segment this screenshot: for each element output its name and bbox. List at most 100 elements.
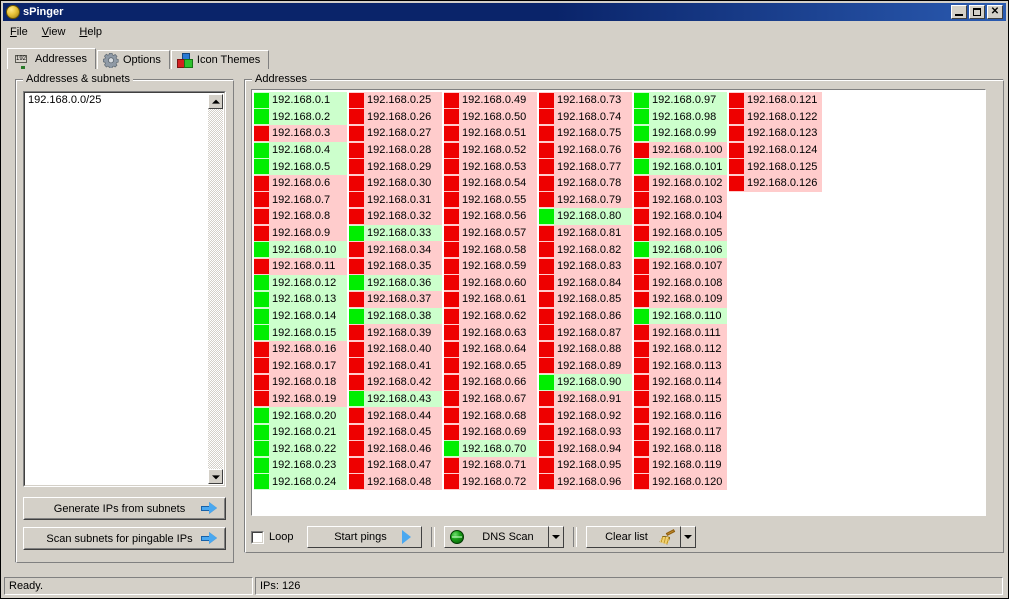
- address-row[interactable]: 192.168.0.76: [539, 141, 632, 159]
- address-row[interactable]: 192.168.0.30: [349, 174, 442, 192]
- address-row[interactable]: 192.168.0.1: [254, 92, 347, 109]
- address-row[interactable]: 192.168.0.52: [444, 141, 537, 159]
- address-row[interactable]: 192.168.0.33: [349, 224, 442, 242]
- address-row[interactable]: 192.168.0.74: [539, 108, 632, 126]
- address-row[interactable]: 192.168.0.67: [444, 390, 537, 408]
- address-row[interactable]: 192.168.0.13: [254, 291, 347, 308]
- address-row[interactable]: 192.168.0.2: [254, 108, 347, 126]
- address-row[interactable]: 192.168.0.37: [349, 291, 442, 308]
- address-row[interactable]: 192.168.0.70: [444, 440, 537, 458]
- address-row[interactable]: 192.168.0.86: [539, 307, 632, 325]
- scroll-down-arrow-icon[interactable]: [208, 469, 223, 484]
- loop-checkbox[interactable]: [251, 530, 264, 544]
- address-row[interactable]: 192.168.0.55: [444, 191, 537, 209]
- start-pings-button[interactable]: Start pings: [307, 526, 423, 548]
- address-row[interactable]: 192.168.0.4: [254, 141, 347, 159]
- address-row[interactable]: 192.168.0.17: [254, 357, 347, 375]
- address-row[interactable]: 192.168.0.58: [444, 241, 537, 258]
- address-row[interactable]: 192.168.0.109: [634, 291, 727, 308]
- menu-item-file[interactable]: File: [3, 24, 35, 40]
- address-row[interactable]: 192.168.0.11: [254, 257, 347, 275]
- address-row[interactable]: 192.168.0.105: [634, 224, 727, 242]
- address-row[interactable]: 192.168.0.50: [444, 108, 537, 126]
- address-row[interactable]: 192.168.0.46: [349, 440, 442, 458]
- address-row[interactable]: 192.168.0.98: [634, 108, 727, 126]
- address-row[interactable]: 192.168.0.69: [444, 423, 537, 441]
- dns-scan-dropdown-button[interactable]: [548, 526, 565, 548]
- address-row[interactable]: 192.168.0.6: [254, 174, 347, 192]
- address-row[interactable]: 192.168.0.93: [539, 423, 632, 441]
- address-row[interactable]: 192.168.0.53: [444, 158, 537, 175]
- menu-item-help[interactable]: Help: [72, 24, 109, 40]
- address-row[interactable]: 192.168.0.81: [539, 224, 632, 242]
- address-row[interactable]: 192.168.0.26: [349, 108, 442, 126]
- address-row[interactable]: 192.168.0.87: [539, 324, 632, 341]
- close-button[interactable]: ✕: [987, 5, 1003, 19]
- tab-addresses[interactable]: 192 Addresses: [7, 48, 96, 69]
- address-row[interactable]: 192.168.0.85: [539, 291, 632, 308]
- address-row[interactable]: 192.168.0.123: [729, 125, 822, 142]
- address-row[interactable]: 192.168.0.73: [539, 92, 632, 109]
- tab-icon-themes[interactable]: Icon Themes: [170, 50, 270, 69]
- address-row[interactable]: 192.168.0.20: [254, 407, 347, 424]
- address-row[interactable]: 192.168.0.65: [444, 357, 537, 375]
- address-row[interactable]: 192.168.0.115: [634, 390, 727, 408]
- address-row[interactable]: 192.168.0.39: [349, 324, 442, 341]
- address-row[interactable]: 192.168.0.106: [634, 241, 727, 258]
- address-row[interactable]: 192.168.0.66: [444, 374, 537, 391]
- address-row[interactable]: 192.168.0.102: [634, 174, 727, 192]
- address-row[interactable]: 192.168.0.107: [634, 257, 727, 275]
- address-row[interactable]: 192.168.0.43: [349, 390, 442, 408]
- address-row[interactable]: 192.168.0.90: [539, 374, 632, 391]
- address-row[interactable]: 192.168.0.108: [634, 274, 727, 292]
- generate-ips-button[interactable]: Generate IPs from subnets: [23, 497, 226, 520]
- address-row[interactable]: 192.168.0.32: [349, 208, 442, 225]
- address-row[interactable]: 192.168.0.38: [349, 307, 442, 325]
- address-row[interactable]: 192.168.0.78: [539, 174, 632, 192]
- address-row[interactable]: 192.168.0.122: [729, 108, 822, 126]
- address-row[interactable]: 192.168.0.99: [634, 125, 727, 142]
- address-row[interactable]: 192.168.0.56: [444, 208, 537, 225]
- address-row[interactable]: 192.168.0.95: [539, 457, 632, 474]
- address-row[interactable]: 192.168.0.100: [634, 141, 727, 159]
- address-row[interactable]: 192.168.0.35: [349, 257, 442, 275]
- address-row[interactable]: 192.168.0.116: [634, 407, 727, 424]
- address-row[interactable]: 192.168.0.16: [254, 340, 347, 358]
- address-row[interactable]: 192.168.0.110: [634, 307, 727, 325]
- address-row[interactable]: 192.168.0.83: [539, 257, 632, 275]
- address-row[interactable]: 192.168.0.77: [539, 158, 632, 175]
- address-row[interactable]: 192.168.0.125: [729, 158, 822, 175]
- address-row[interactable]: 192.168.0.8: [254, 208, 347, 225]
- address-row[interactable]: 192.168.0.40: [349, 340, 442, 358]
- address-row[interactable]: 192.168.0.7: [254, 191, 347, 209]
- address-row[interactable]: 192.168.0.82: [539, 241, 632, 258]
- address-row[interactable]: 192.168.0.60: [444, 274, 537, 292]
- address-row[interactable]: 192.168.0.114: [634, 374, 727, 391]
- address-row[interactable]: 192.168.0.68: [444, 407, 537, 424]
- address-row[interactable]: 192.168.0.88: [539, 340, 632, 358]
- address-row[interactable]: 192.168.0.126: [729, 174, 822, 192]
- address-row[interactable]: 192.168.0.29: [349, 158, 442, 175]
- address-row[interactable]: 192.168.0.36: [349, 274, 442, 292]
- address-row[interactable]: 192.168.0.44: [349, 407, 442, 424]
- address-row[interactable]: 192.168.0.121: [729, 92, 822, 109]
- minimize-button[interactable]: [951, 5, 967, 19]
- address-row[interactable]: 192.168.0.101: [634, 158, 727, 175]
- address-row[interactable]: 192.168.0.96: [539, 473, 632, 491]
- address-row[interactable]: 192.168.0.34: [349, 241, 442, 258]
- address-row[interactable]: 192.168.0.48: [349, 473, 442, 491]
- scroll-up-arrow-icon[interactable]: [208, 94, 223, 109]
- address-row[interactable]: 192.168.0.97: [634, 92, 727, 109]
- address-row[interactable]: 192.168.0.15: [254, 324, 347, 341]
- address-row[interactable]: 192.168.0.9: [254, 224, 347, 242]
- loop-checkbox-wrapper[interactable]: Loop: [251, 530, 293, 544]
- dns-scan-button[interactable]: DNS Scan: [444, 526, 550, 548]
- address-row[interactable]: 192.168.0.62: [444, 307, 537, 325]
- address-row[interactable]: 192.168.0.49: [444, 92, 537, 109]
- address-row[interactable]: 192.168.0.104: [634, 208, 727, 225]
- clear-list-button[interactable]: Clear list: [586, 526, 682, 548]
- address-row[interactable]: 192.168.0.51: [444, 125, 537, 142]
- address-row[interactable]: 192.168.0.41: [349, 357, 442, 375]
- address-row[interactable]: 192.168.0.31: [349, 191, 442, 209]
- address-row[interactable]: 192.168.0.12: [254, 274, 347, 292]
